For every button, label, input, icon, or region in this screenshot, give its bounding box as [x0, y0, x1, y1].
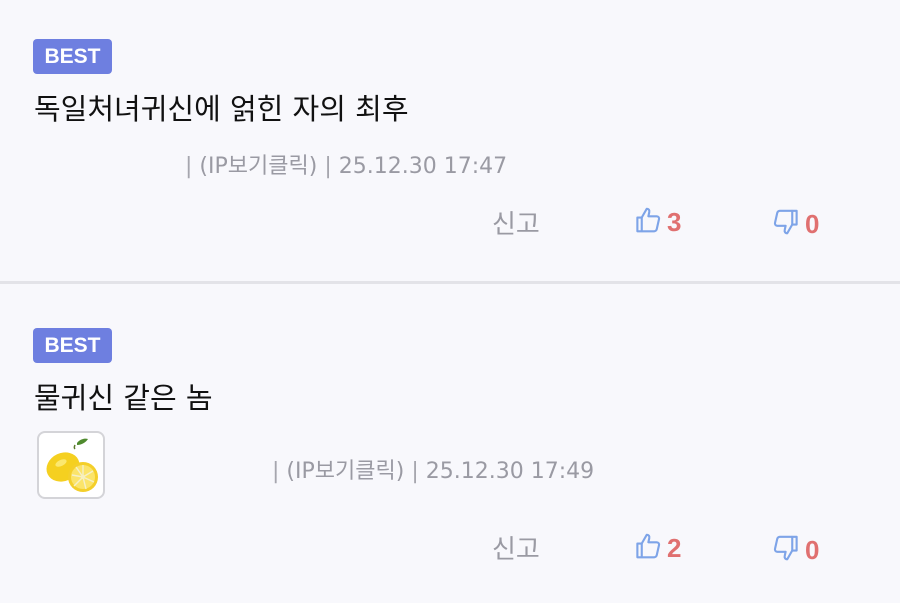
comment-date: 25.12.30 17:47: [338, 154, 508, 179]
ip-view-link[interactable]: (IP보기클릭): [286, 459, 404, 484]
thumbs-down-icon: [771, 533, 801, 567]
dislike-count: 0: [805, 208, 820, 239]
meta-separator: |: [185, 154, 193, 179]
thumbs-up-icon: [633, 531, 663, 565]
thumbs-up-icon: [633, 205, 663, 239]
ip-view-link[interactable]: (IP보기클릭): [199, 154, 317, 179]
comment-divider: [0, 281, 900, 284]
like-button[interactable]: 3: [633, 205, 681, 239]
dislike-count: 0: [805, 534, 820, 565]
avatar[interactable]: [37, 431, 105, 499]
dislike-button[interactable]: 0: [771, 533, 819, 567]
dislike-button[interactable]: 0: [771, 207, 819, 241]
comment-meta: | (IP보기클릭) | 25.12.30 17:47: [185, 148, 507, 180]
comment-item: BEST 독일처녀귀신에 얽힌 자의 최후 | (IP보기클릭) | 25.12…: [0, 0, 900, 282]
comment-text: 독일처녀귀신에 얽힌 자의 최후: [34, 92, 409, 126]
meta-separator: |: [411, 459, 419, 484]
comment-item: BEST 물귀신 같은 놈 | (IP보기클릭) | 25.12.30 17:4…: [0, 285, 900, 603]
like-count: 2: [667, 532, 682, 563]
comment-meta: | (IP보기클릭) | 25.12.30 17:49: [272, 453, 594, 485]
like-count: 3: [667, 206, 682, 237]
report-button[interactable]: 신고: [492, 529, 540, 566]
comment-date: 25.12.30 17:49: [425, 459, 595, 484]
comment-text: 물귀신 같은 놈: [34, 381, 213, 415]
lemon-icon: [39, 438, 103, 497]
thumbs-down-icon: [771, 207, 801, 241]
report-button[interactable]: 신고: [492, 204, 540, 241]
meta-separator: |: [324, 154, 332, 179]
like-button[interactable]: 2: [633, 531, 681, 565]
best-badge: BEST: [33, 39, 112, 74]
best-badge: BEST: [33, 328, 112, 363]
meta-separator: |: [272, 459, 280, 484]
